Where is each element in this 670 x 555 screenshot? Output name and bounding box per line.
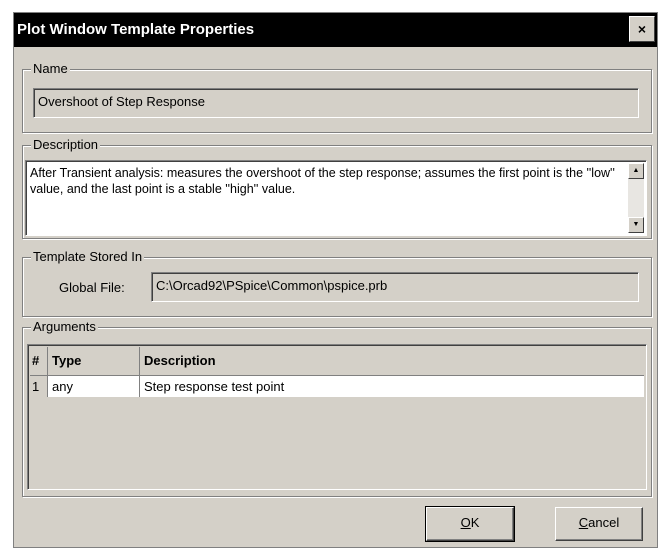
cancel-button[interactable]: Cancel <box>555 507 643 541</box>
row-description[interactable]: Step response test point <box>139 374 644 397</box>
scroll-up-icon[interactable]: ▲ <box>628 163 644 179</box>
dialog-title: Plot Window Template Properties <box>17 21 255 38</box>
row-type[interactable]: any <box>47 374 140 397</box>
description-textarea[interactable]: After Transient analysis: measures the o… <box>25 160 647 236</box>
arguments-table: # Type Description 1 any Step response t… <box>30 347 644 397</box>
description-group: Description After Transient analysis: me… <box>22 137 652 239</box>
stored-in-legend: Template Stored In <box>31 249 145 264</box>
name-field[interactable]: Overshoot of Step Response <box>33 88 639 118</box>
stored-in-group: Template Stored In Global File: C:\Orcad… <box>22 249 652 317</box>
global-file-label: Global File: <box>59 280 125 295</box>
close-icon[interactable]: × <box>629 16 655 42</box>
global-file-field[interactable]: C:\Orcad92\PSpice\Common\pspice.prb <box>151 272 639 302</box>
ok-mnemonic: O <box>460 515 471 530</box>
arguments-group: Arguments # Type Description 1 any Step … <box>22 319 652 497</box>
ok-label-rest: K <box>470 515 480 530</box>
col-header-type[interactable]: Type <box>47 347 140 375</box>
scroll-down-icon[interactable]: ▼ <box>628 217 644 233</box>
row-num: 1 <box>30 374 48 397</box>
title-bar: Plot Window Template Properties × <box>14 13 657 47</box>
name-group: Name Overshoot of Step Response <box>22 61 652 133</box>
global-file-value: C:\Orcad92\PSpice\Common\pspice.prb <box>156 278 388 293</box>
description-text: After Transient analysis: measures the o… <box>30 166 615 196</box>
table-row[interactable]: 1 any Step response test point <box>30 374 644 397</box>
name-value: Overshoot of Step Response <box>38 94 205 109</box>
cancel-mnemonic: C <box>578 515 589 530</box>
name-legend: Name <box>31 61 70 76</box>
arguments-header-row: # Type Description <box>30 347 644 375</box>
col-header-num[interactable]: # <box>30 347 48 375</box>
arguments-grid[interactable]: # Type Description 1 any Step response t… <box>27 344 647 490</box>
dialog-window: Plot Window Template Properties × Name O… <box>13 12 658 548</box>
ok-button[interactable]: OK <box>425 506 515 542</box>
description-scrollbar[interactable]: ▲ ▼ <box>628 163 644 233</box>
arguments-legend: Arguments <box>31 319 98 334</box>
cancel-label-rest: ancel <box>588 515 620 530</box>
col-header-description[interactable]: Description <box>140 347 645 375</box>
description-legend: Description <box>31 137 101 152</box>
